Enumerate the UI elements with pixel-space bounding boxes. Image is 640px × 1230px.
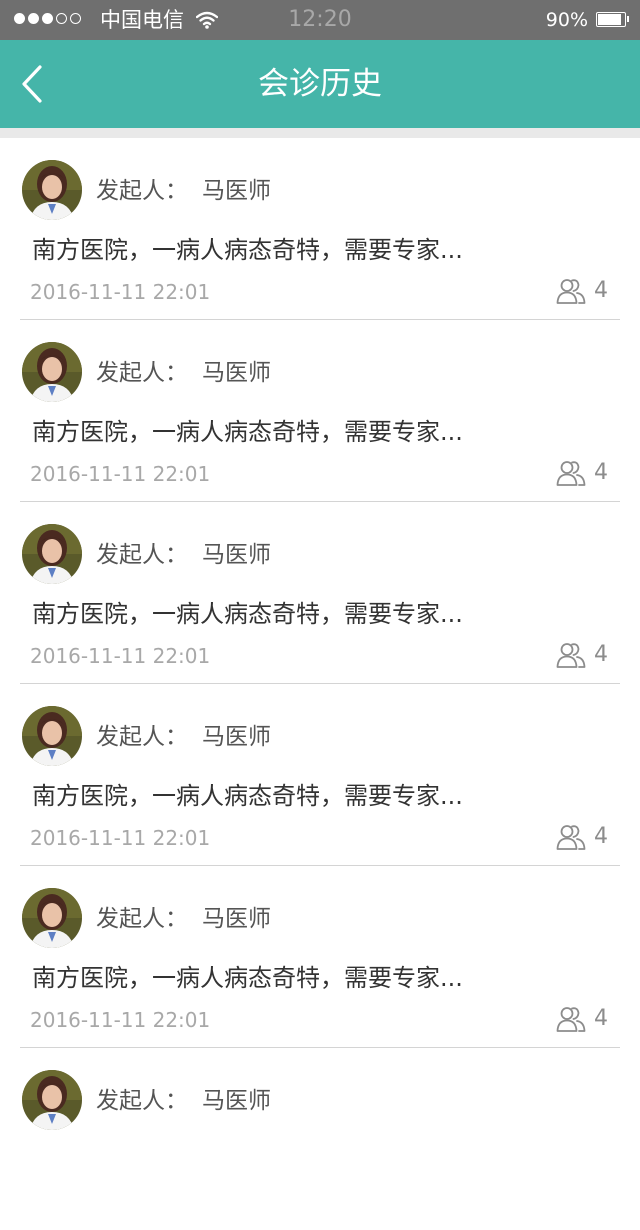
consultation-description: 南方医院，一病人病态奇特，需要专家... [32, 782, 463, 810]
initiator-name: 马医师 [202, 1088, 271, 1114]
initiator-name: 马医师 [202, 360, 271, 386]
participant-count-value: 4 [594, 642, 608, 667]
participant-count-value: 4 [594, 278, 608, 303]
avatar [22, 342, 82, 402]
consultation-item[interactable]: 发起人： 马医师 南方医院，一病人病态奇特，需要专家... 2016-11-11 … [0, 866, 640, 1048]
page-title: 会诊历史 [258, 66, 382, 102]
people-icon [556, 461, 586, 486]
initiator-label: 发起人： [96, 542, 188, 568]
consultation-item[interactable]: 发起人： 马医师 南方医院，一病人病态奇特，需要专家... 2016-11-11 … [0, 320, 640, 502]
consultation-item[interactable]: 发起人： 马医师 [0, 1048, 640, 1230]
consultation-description: 南方医院，一病人病态奇特，需要专家... [32, 236, 463, 264]
doctor-avatar-icon [22, 1070, 82, 1130]
participant-count: 4 [556, 1004, 608, 1034]
initiator: 发起人： 马医师 [96, 722, 271, 752]
people-icon [556, 1007, 586, 1032]
battery-percentage: 90% [545, 9, 588, 31]
initiator-label: 发起人： [96, 906, 188, 932]
participant-count: 4 [556, 822, 608, 852]
initiator: 发起人： 马医师 [96, 176, 271, 206]
consultation-time: 2016-11-11 22:01 [30, 1008, 211, 1032]
doctor-avatar-icon [22, 888, 82, 948]
consultation-time: 2016-11-11 22:01 [30, 644, 211, 668]
navigation-bar: 会诊历史 [0, 40, 640, 128]
initiator-label: 发起人： [96, 178, 188, 204]
people-icon [556, 643, 586, 668]
doctor-avatar-icon [22, 160, 82, 220]
header-divider [0, 128, 640, 138]
initiator: 发起人： 马医师 [96, 358, 271, 388]
participant-count-value: 4 [594, 460, 608, 485]
participant-count: 4 [556, 640, 608, 670]
doctor-avatar-icon [22, 706, 82, 766]
consultation-time: 2016-11-11 22:01 [30, 462, 211, 486]
status-bar: 中国电信 12:20 90% [0, 0, 640, 40]
avatar [22, 160, 82, 220]
initiator: 发起人： 马医师 [96, 1086, 271, 1116]
consultation-item[interactable]: 发起人： 马医师 南方医院，一病人病态奇特，需要专家... 2016-11-11 … [0, 502, 640, 684]
avatar [22, 888, 82, 948]
consultation-list: 发起人： 马医师 南方医院，一病人病态奇特，需要专家... 2016-11-11 … [0, 138, 640, 1230]
consultation-description: 南方医院，一病人病态奇特，需要专家... [32, 600, 463, 628]
initiator-label: 发起人： [96, 360, 188, 386]
consultation-time: 2016-11-11 22:01 [30, 826, 211, 850]
people-icon [556, 825, 586, 850]
doctor-avatar-icon [22, 342, 82, 402]
consultation-item[interactable]: 发起人： 马医师 南方医院，一病人病态奇特，需要专家... 2016-11-11 … [0, 684, 640, 866]
battery-fill [598, 14, 621, 25]
avatar [22, 524, 82, 584]
initiator-name: 马医师 [202, 178, 271, 204]
participant-count-value: 4 [594, 824, 608, 849]
consultation-time: 2016-11-11 22:01 [30, 280, 211, 304]
initiator: 发起人： 马医师 [96, 904, 271, 934]
battery-icon [596, 12, 629, 27]
initiator-name: 马医师 [202, 724, 271, 750]
initiator: 发起人： 马医师 [96, 540, 271, 570]
consultation-description: 南方医院，一病人病态奇特，需要专家... [32, 418, 463, 446]
participant-count-value: 4 [594, 1006, 608, 1031]
consultation-description: 南方医院，一病人病态奇特，需要专家... [32, 964, 463, 992]
consultation-item[interactable]: 发起人： 马医师 南方医院，一病人病态奇特，需要专家... 2016-11-11 … [0, 138, 640, 320]
initiator-label: 发起人： [96, 1088, 188, 1114]
participant-count: 4 [556, 276, 608, 306]
doctor-avatar-icon [22, 524, 82, 584]
initiator-name: 马医师 [202, 542, 271, 568]
initiator-name: 马医师 [202, 906, 271, 932]
avatar [22, 1070, 82, 1130]
clock: 12:20 [288, 7, 352, 32]
participant-count: 4 [556, 458, 608, 488]
people-icon [556, 279, 586, 304]
avatar [22, 706, 82, 766]
initiator-label: 发起人： [96, 724, 188, 750]
